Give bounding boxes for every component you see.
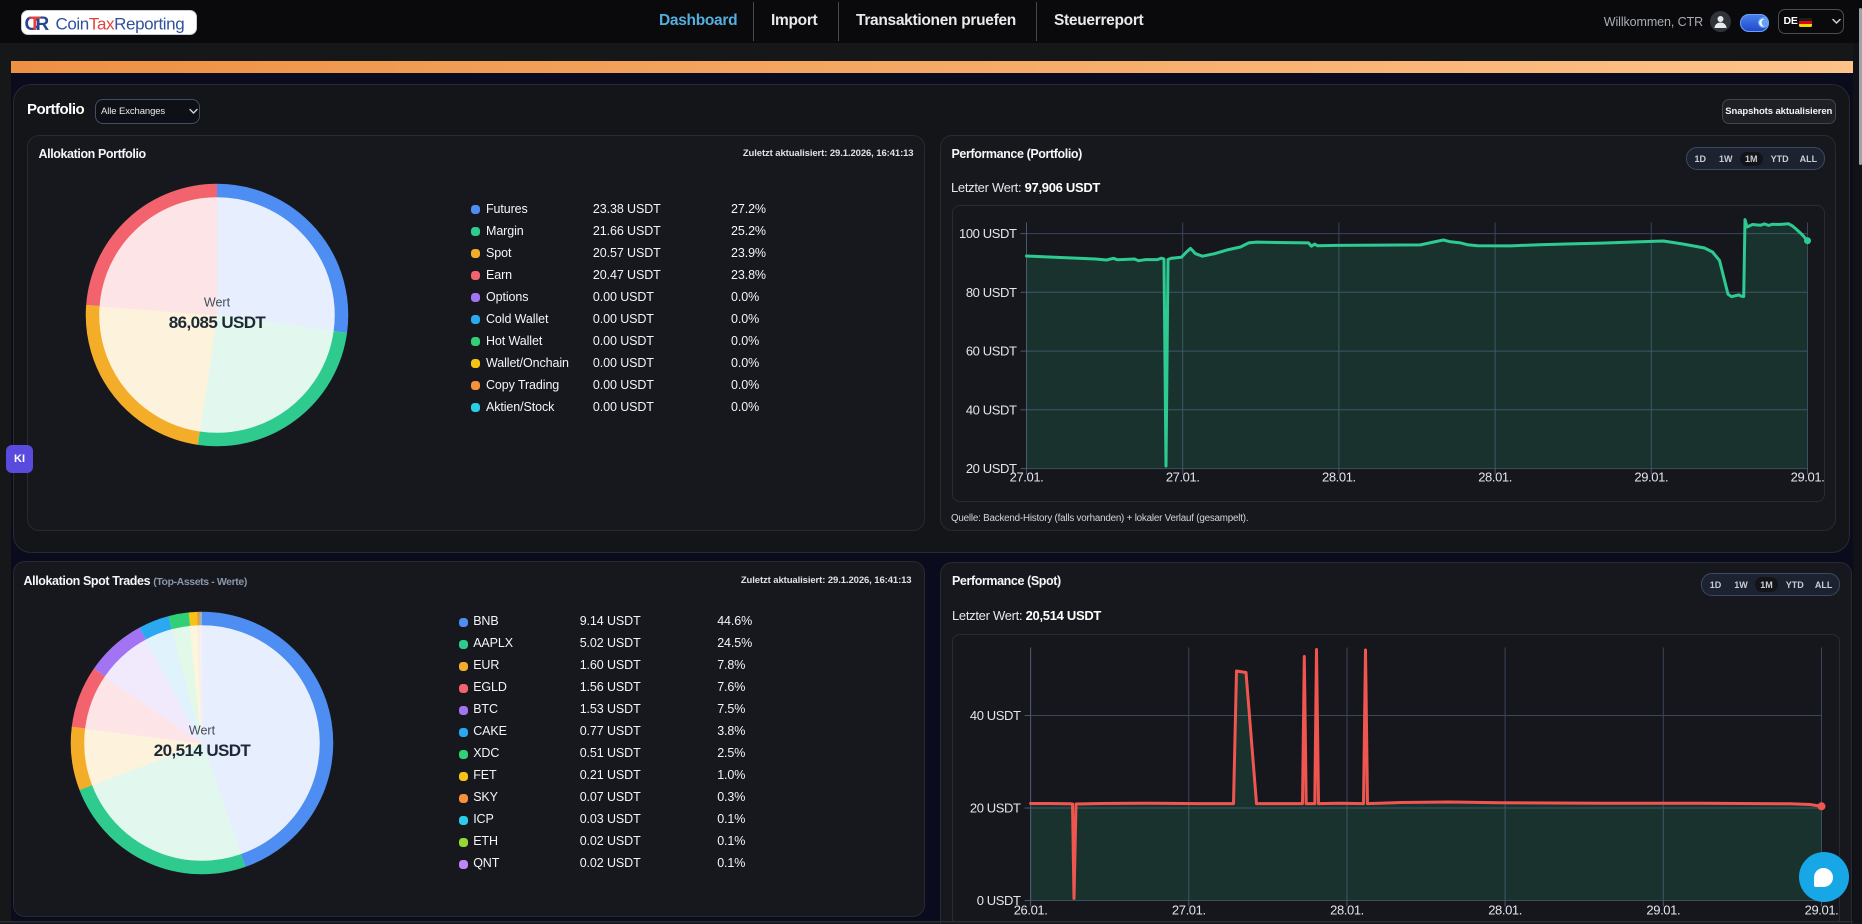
svg-text:29.01.: 29.01.	[1646, 903, 1680, 918]
svg-text:40 USDT: 40 USDT	[965, 402, 1016, 417]
svg-text:29.01.: 29.01.	[1790, 470, 1824, 485]
svg-text:CoinTaxReporting: CoinTaxReporting	[55, 14, 184, 33]
svg-text:20 USDT: 20 USDT	[970, 801, 1021, 816]
svg-text:26.01.: 26.01.	[1014, 903, 1048, 918]
svg-text:86,085 USDT: 86,085 USDT	[169, 313, 267, 332]
svg-text:27.01.: 27.01.	[1009, 470, 1043, 485]
svg-text:60 USDT: 60 USDT	[965, 344, 1016, 359]
svg-text:Wert: Wert	[204, 295, 231, 309]
svg-text:27.01.: 27.01.	[1165, 470, 1199, 485]
svg-text:Wert: Wert	[189, 723, 216, 737]
svg-text:40 USDT: 40 USDT	[970, 708, 1021, 723]
svg-text:28.01.: 28.01.	[1488, 903, 1522, 918]
svg-text:28.01.: 28.01.	[1322, 470, 1356, 485]
svg-text:100 USDT: 100 USDT	[959, 226, 1017, 241]
svg-text:20,514 USDT: 20,514 USDT	[154, 741, 252, 760]
svg-text:27.01.: 27.01.	[1172, 903, 1206, 918]
svg-text:T: T	[29, 14, 41, 35]
svg-text:28.01.: 28.01.	[1478, 470, 1512, 485]
svg-text:80 USDT: 80 USDT	[965, 285, 1016, 300]
svg-text:29.01.: 29.01.	[1805, 903, 1839, 918]
svg-text:28.01.: 28.01.	[1330, 903, 1364, 918]
svg-text:29.01.: 29.01.	[1634, 470, 1668, 485]
